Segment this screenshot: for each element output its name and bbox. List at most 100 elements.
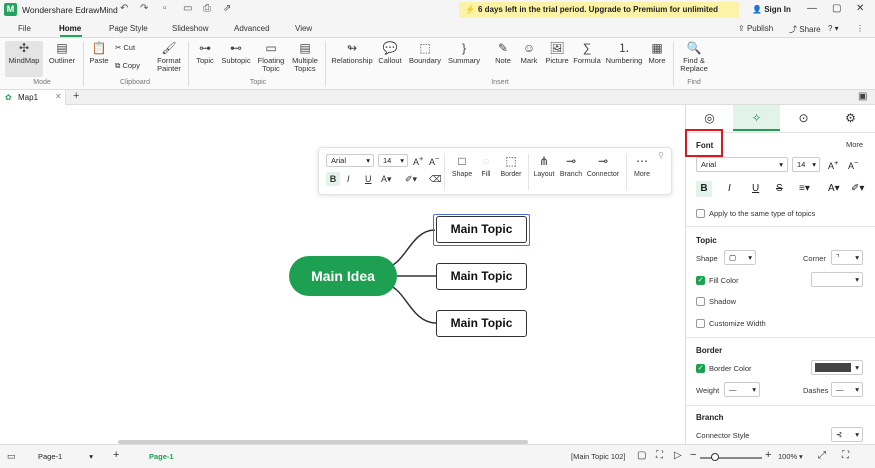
border-color-checkbox[interactable]: ✓ <box>696 364 705 373</box>
connector-style-select[interactable]: ⊰ ▾ <box>831 427 863 442</box>
panel-bold-icon[interactable]: B <box>696 181 712 197</box>
export-icon[interactable]: ⇗ <box>223 3 231 14</box>
fit-page-icon[interactable]: ▢ <box>637 450 646 461</box>
page-tab-1[interactable]: Page-1 <box>149 452 174 461</box>
find-replace-icon: 🔍 <box>686 41 702 55</box>
fill-color-select[interactable]: ▾ <box>811 272 863 287</box>
zoom-out-icon[interactable]: − <box>690 449 696 461</box>
panel-tab-marks[interactable]: ⊙ <box>780 105 827 131</box>
summary-button[interactable]: } Summary <box>446 41 482 65</box>
sign-in-button[interactable]: 👤 Sign In <box>752 2 794 18</box>
picture-button[interactable]: 🖼 Picture <box>543 41 571 65</box>
fit-window-icon[interactable]: ⤢ <box>818 450 826 461</box>
panel-font-color-icon[interactable]: A▾ <box>828 183 840 194</box>
callout-button[interactable]: 💬 Callout <box>376 41 404 65</box>
shadow-checkbox[interactable] <box>696 297 705 306</box>
print-icon[interactable]: ⎙ <box>203 3 211 14</box>
relationship-label: Relationship <box>331 56 373 65</box>
boundary-button[interactable]: ⬚ Boundary <box>407 41 443 65</box>
multiple-topics-button[interactable]: ▤ Multiple Topics <box>289 41 321 73</box>
mark-button[interactable]: ☺ Mark <box>518 41 540 65</box>
fullscreen-icon[interactable]: ⛶ <box>656 450 663 461</box>
weight-select[interactable]: — ▾ <box>724 382 760 397</box>
panel-highlight-icon[interactable]: ✐▾ <box>851 183 864 194</box>
close-icon[interactable]: ✕ <box>856 3 864 14</box>
shape-select[interactable]: ▢ ▾ <box>724 250 756 265</box>
subtopic-button[interactable]: ⊷ Subtopic <box>219 41 253 65</box>
boundary-label: Boundary <box>408 56 442 65</box>
topic-button[interactable]: ⊶ Topic <box>193 41 217 65</box>
tab-slideshow[interactable]: Slideshow <box>172 24 208 33</box>
font-more-link[interactable]: More <box>846 140 863 149</box>
trial-banner[interactable]: ⚡ 6 days left in the trial period. Upgrad… <box>459 2 739 30</box>
redo-icon[interactable]: ↷ <box>140 3 148 14</box>
panel-font-family-select[interactable]: Arial ▾ <box>696 157 788 172</box>
paste-button[interactable]: 📋 Paste <box>88 41 110 65</box>
help-icon[interactable]: ? ▾ <box>828 24 839 33</box>
cut-button[interactable]: ✂ Cut <box>115 43 135 52</box>
panel-toggle-icon[interactable]: ▣ <box>858 91 867 102</box>
open-folder-icon[interactable]: ▭ <box>183 3 192 14</box>
floating-topic-button[interactable]: ▭ Floating Topic <box>255 41 287 73</box>
panel-tab-settings[interactable]: ⚙ <box>827 105 874 131</box>
format-painter-button[interactable]: 🖌 Format Painter <box>153 41 185 73</box>
ribbon-options-icon[interactable]: ⋮ <box>856 24 864 33</box>
minimize-icon[interactable]: — <box>807 3 817 14</box>
maximize-icon[interactable]: ▢ <box>832 3 841 14</box>
page-select[interactable]: Page-1 ▾ <box>32 450 96 464</box>
panel-underline-icon[interactable]: U <box>752 183 759 194</box>
zoom-slider-track[interactable] <box>700 457 762 459</box>
numbering-button[interactable]: ⒈ Numbering <box>604 41 644 65</box>
close-tab-icon[interactable]: ✕ <box>55 92 62 101</box>
note-button[interactable]: ✎ Note <box>492 41 514 65</box>
chevron-down-icon[interactable]: ▾ <box>799 452 803 461</box>
panel-font-size-select[interactable]: 14 ▾ <box>792 157 820 172</box>
tab-file[interactable]: File <box>18 24 31 33</box>
increase-font-icon[interactable]: A+ <box>828 158 838 171</box>
apply-same-label: Apply to the same type of topics <box>709 209 816 218</box>
dashes-select[interactable]: — ▾ <box>831 382 863 397</box>
map-icon: ✿ <box>5 93 12 102</box>
zoom-level[interactable]: 100% <box>778 452 797 461</box>
panel-italic-icon[interactable]: I <box>728 183 731 194</box>
decrease-font-icon[interactable]: A− <box>848 158 858 171</box>
page-view-icon[interactable]: ▭ <box>7 451 16 462</box>
customize-width-checkbox[interactable] <box>696 319 705 328</box>
fullscreen-mode-icon[interactable]: ⛶ <box>842 450 849 461</box>
outliner-mode-button[interactable]: ▤ Outliner <box>46 41 78 65</box>
fill-color-checkbox[interactable]: ✓ <box>696 276 705 285</box>
copy-button[interactable]: ⧉ Copy <box>115 61 140 71</box>
doc-tab-map1[interactable]: ✿ Map1 ✕ <box>0 90 66 105</box>
corner-select[interactable]: ⌝ ▾ <box>831 250 863 265</box>
apply-same-checkbox[interactable] <box>696 209 705 218</box>
more-insert-button[interactable]: ▦ More <box>646 41 668 65</box>
tab-advanced[interactable]: Advanced <box>234 24 270 33</box>
subtopic-label: Subtopic <box>221 56 251 65</box>
zoom-in-icon[interactable]: + <box>765 449 771 461</box>
tab-view[interactable]: View <box>295 24 312 33</box>
find-replace-button[interactable]: 🔍 Find & Replace <box>678 41 710 73</box>
mindmap-mode-button[interactable]: ✣ MindMap <box>5 41 43 77</box>
border-color-select[interactable]: ▾ <box>811 360 863 375</box>
panel-strikethrough-icon[interactable]: S <box>776 183 783 194</box>
main-topic-node-3[interactable]: Main Topic <box>436 310 527 337</box>
panel-tab-format[interactable]: ✧ <box>733 105 780 131</box>
tab-home[interactable]: Home <box>59 24 81 33</box>
share-button[interactable]: ⤴ Share <box>789 24 821 35</box>
main-idea-node[interactable]: Main Idea <box>289 256 397 296</box>
main-topic-node-1[interactable]: Main Topic <box>436 216 527 243</box>
main-topic-node-2[interactable]: Main Topic <box>436 263 527 290</box>
new-file-icon[interactable]: ▫ <box>163 3 167 14</box>
undo-icon[interactable]: ↶ <box>120 3 128 14</box>
panel-tab-style[interactable]: ◎ <box>686 105 733 131</box>
zoom-slider-handle[interactable] <box>711 453 719 461</box>
panel-align-icon[interactable]: ≡▾ <box>799 183 810 194</box>
add-tab-icon[interactable]: + <box>73 90 79 102</box>
tab-page-style[interactable]: Page Style <box>109 24 148 33</box>
add-page-icon[interactable]: + <box>113 449 119 461</box>
mindmap-canvas[interactable]: Arial ▾ 14 ▾ A+ A− B I U A▾ ✐▾ ⌫ □ Shape ○ F… <box>0 106 685 444</box>
publish-button[interactable]: ⇪ Publish <box>738 24 773 33</box>
formula-button[interactable]: ∑ Formula <box>572 41 602 65</box>
relationship-button[interactable]: ↬ Relationship <box>330 41 374 65</box>
presentation-icon[interactable]: ▷ <box>674 450 682 461</box>
